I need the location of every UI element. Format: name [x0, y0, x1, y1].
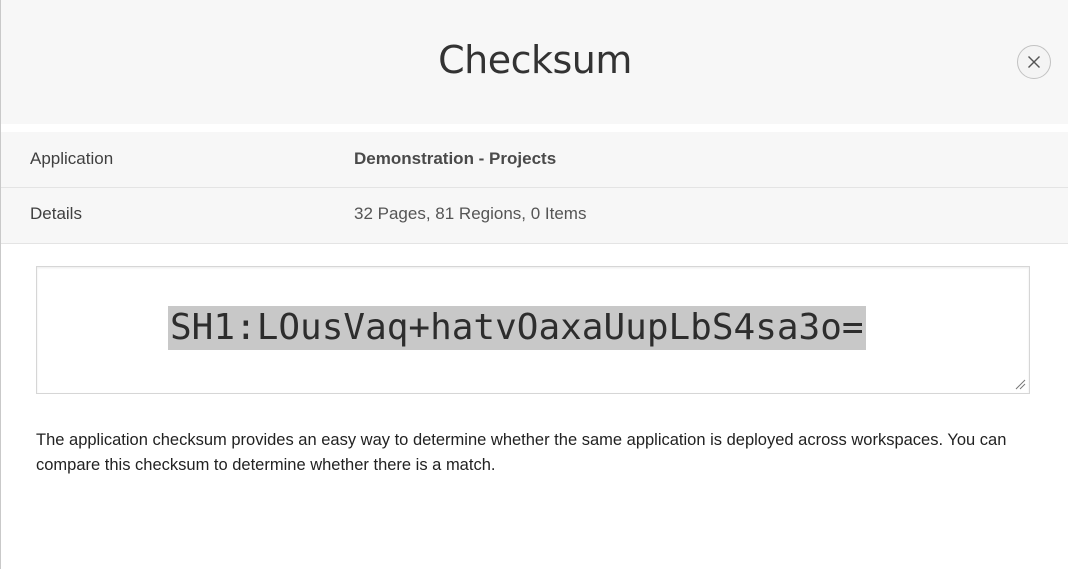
- checksum-textarea[interactable]: SH1:LOusVaq+hatvOaxaUupLbS4sa3o=: [36, 266, 1030, 394]
- application-value: Demonstration - Projects: [354, 149, 557, 168]
- dialog-title: Checksum: [438, 38, 632, 82]
- close-icon: [1028, 56, 1040, 68]
- resize-handle-icon[interactable]: [1014, 378, 1026, 390]
- checksum-value[interactable]: SH1:LOusVaq+hatvOaxaUupLbS4sa3o=: [168, 306, 866, 350]
- details-value: 32 Pages, 81 Regions, 0 Items: [354, 204, 587, 223]
- dialog-header: Checksum: [1, 0, 1068, 124]
- details-row: Details 32 Pages, 81 Regions, 0 Items: [1, 188, 1068, 244]
- checksum-description: The application checksum provides an eas…: [36, 431, 1007, 474]
- application-label: Application: [30, 149, 114, 168]
- application-row: Application Demonstration - Projects: [1, 132, 1068, 188]
- close-button[interactable]: [1017, 45, 1051, 79]
- details-label: Details: [30, 204, 82, 223]
- checksum-dialog: Checksum Application Demonstration - Pro…: [0, 0, 1068, 569]
